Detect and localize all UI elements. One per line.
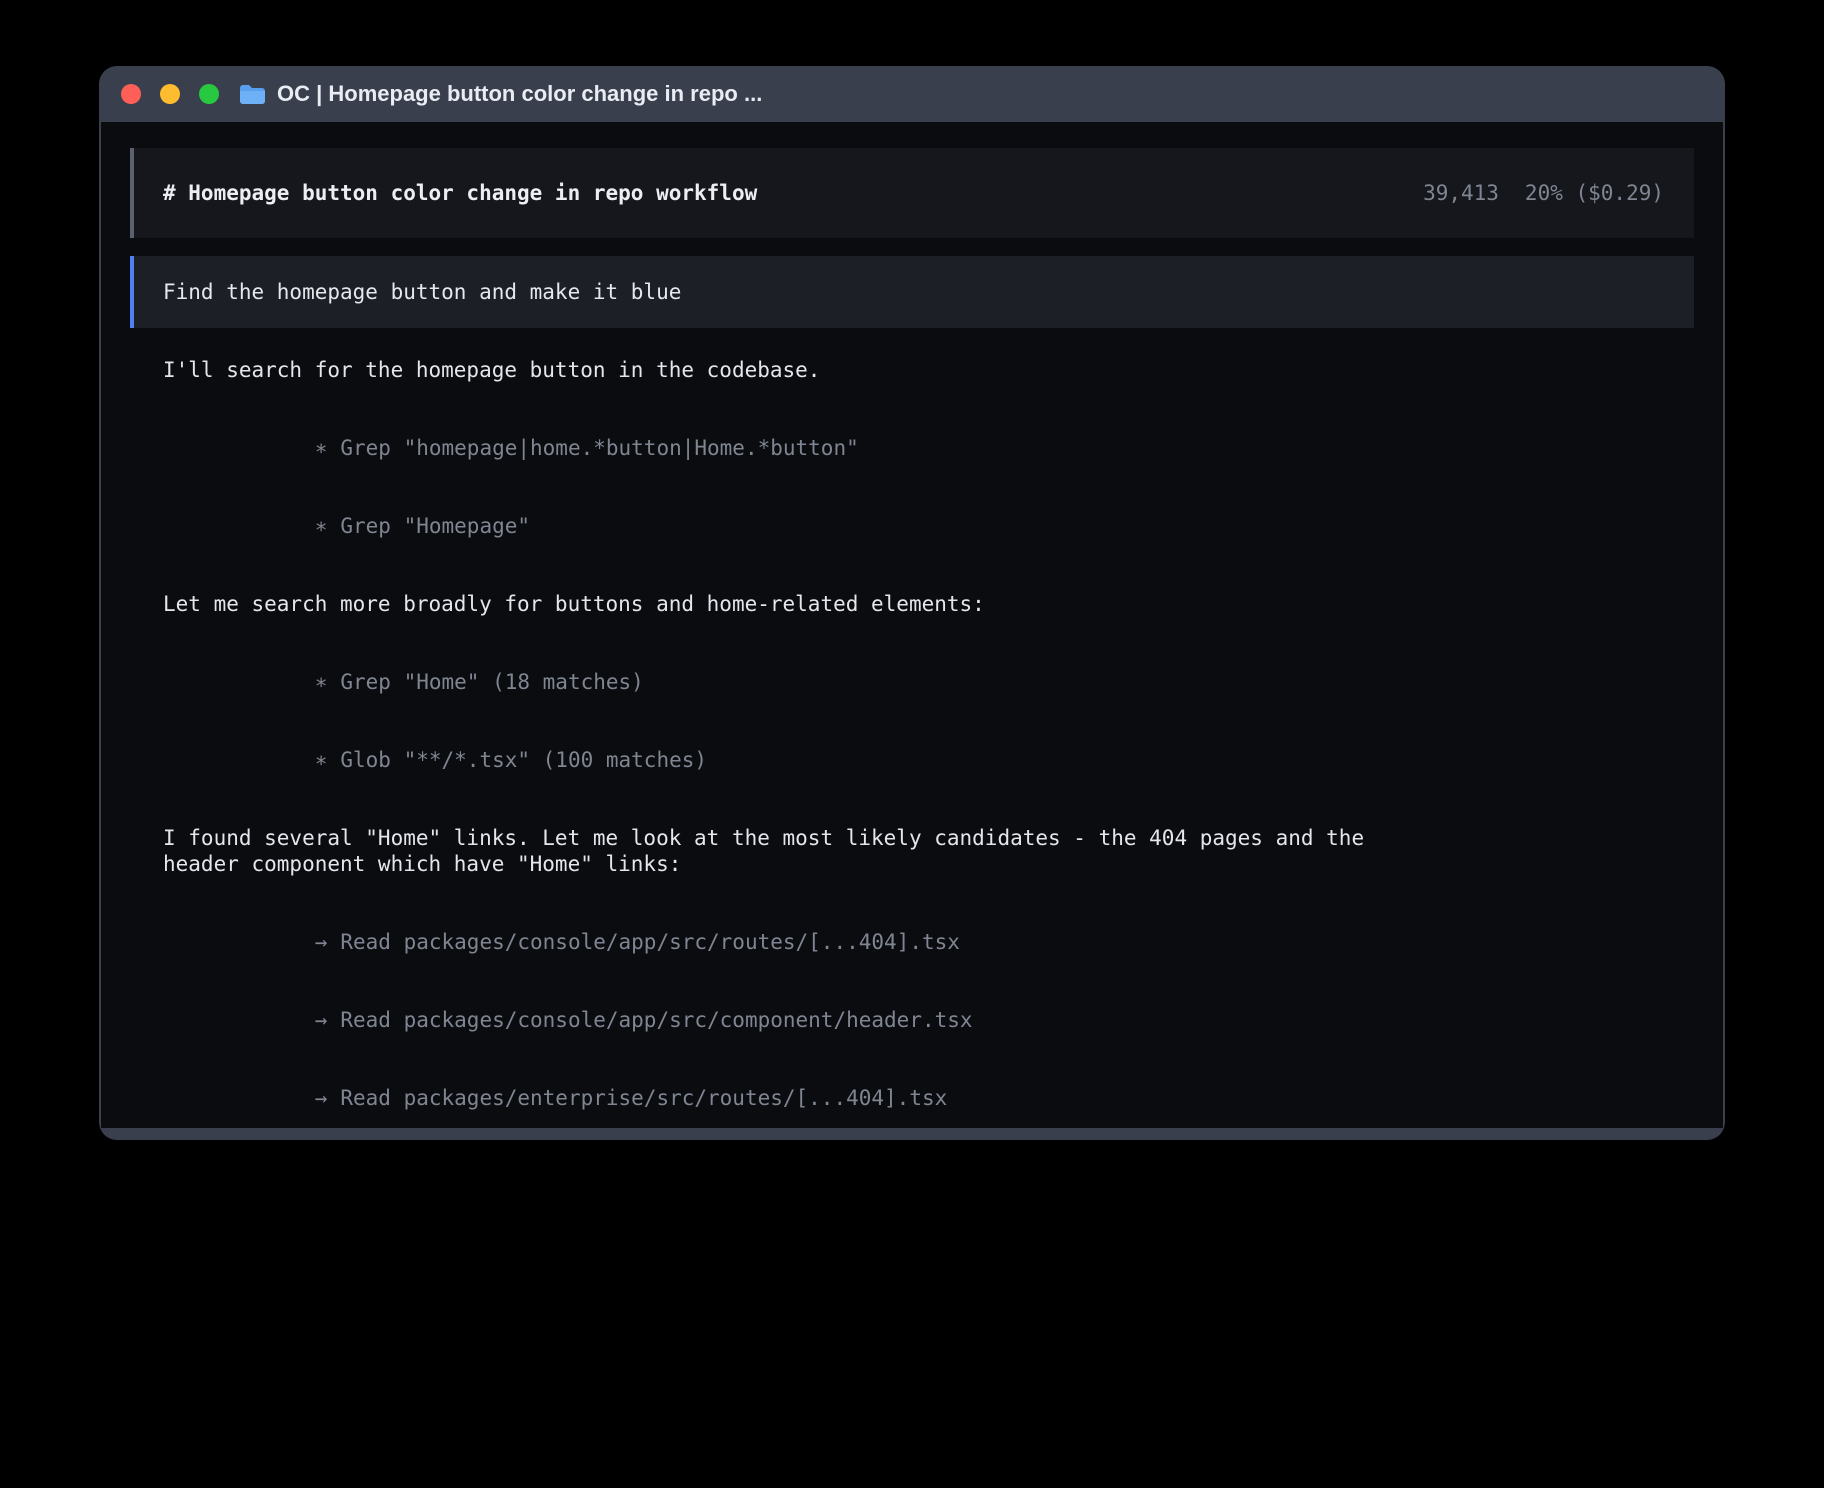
- tool-call-grep: ∗ Grep "Home" (18 matches): [163, 643, 1694, 721]
- tool-call-text: Glob "**/*.tsx" (100 matches): [340, 748, 707, 772]
- terminal-content: # Homepage button color change in repo w…: [101, 122, 1723, 1128]
- window-title: OC | Homepage button color change in rep…: [277, 81, 762, 107]
- arrow-right-icon: →: [315, 1086, 328, 1110]
- tool-call-text: Read packages/console/app/src/component/…: [340, 1008, 972, 1032]
- assistant-text: I found several "Home" links. Let me loo…: [163, 825, 1427, 877]
- zoom-button[interactable]: [199, 84, 219, 104]
- tool-call-grep: ∗ Grep "homepage|home.*button|Home.*butto…: [163, 409, 1694, 487]
- tool-asterisk-icon: ∗: [315, 748, 328, 772]
- tool-call-text: Read packages/console/app/src/routes/[..…: [340, 930, 960, 954]
- tool-call-read: → Read packages/console/app/src/component…: [163, 981, 1694, 1059]
- user-message: Find the homepage button and make it blu…: [130, 256, 1694, 328]
- terminal-window: OC | Homepage button color change in rep…: [99, 66, 1725, 1140]
- tool-call-text: Grep "Homepage": [340, 514, 530, 538]
- user-message-text: Find the homepage button and make it blu…: [163, 280, 681, 304]
- tool-asterisk-icon: ∗: [315, 514, 328, 538]
- tool-call-group: → Read packages/console/app/src/routes/[.…: [163, 903, 1694, 1128]
- tool-call-read: → Read packages/console/app/src/routes/[.…: [163, 903, 1694, 981]
- arrow-right-icon: →: [315, 930, 328, 954]
- arrow-right-icon: →: [315, 1008, 328, 1032]
- tool-asterisk-icon: ∗: [315, 670, 328, 694]
- tool-call-text: Grep "homepage|home.*button|Home.*button…: [340, 436, 858, 460]
- minimize-button[interactable]: [160, 84, 180, 104]
- tool-call-glob: ∗ Glob "**/*.tsx" (100 matches): [163, 721, 1694, 799]
- tool-call-group: ∗ Grep "homepage|home.*button|Home.*butto…: [163, 409, 1694, 565]
- tool-call-grep: ∗ Grep "Homepage": [163, 487, 1694, 565]
- tool-asterisk-icon: ∗: [315, 436, 328, 460]
- traffic-lights: [121, 84, 219, 104]
- token-count: 39,413: [1423, 180, 1499, 206]
- assistant-text: I'll search for the homepage button in t…: [163, 357, 1427, 383]
- window-title-group: OC | Homepage button color change in rep…: [239, 81, 762, 107]
- session-header: # Homepage button color change in repo w…: [130, 148, 1694, 238]
- tool-call-group: ∗ Grep "Home" (18 matches) ∗ Glob "**/*.ts…: [163, 643, 1694, 799]
- tool-call-text: Grep "Home" (18 matches): [340, 670, 643, 694]
- assistant-text: Let me search more broadly for buttons a…: [163, 591, 1427, 617]
- folder-icon: [239, 84, 266, 105]
- tool-call-text: Read packages/enterprise/src/routes/[...…: [340, 1086, 947, 1110]
- tool-call-read: → Read packages/enterprise/src/routes/[..…: [163, 1059, 1694, 1128]
- session-stats: 39,413 20% ($0.29): [1423, 180, 1664, 206]
- window-bottom-frame: [99, 1128, 1725, 1140]
- session-title: # Homepage button color change in repo w…: [163, 180, 757, 206]
- context-usage: 20% ($0.29): [1525, 180, 1664, 206]
- desktop: OC | Homepage button color change in rep…: [0, 0, 1824, 1488]
- assistant-response: I'll search for the homepage button in t…: [130, 357, 1694, 1128]
- close-button[interactable]: [121, 84, 141, 104]
- titlebar[interactable]: OC | Homepage button color change in rep…: [99, 66, 1725, 122]
